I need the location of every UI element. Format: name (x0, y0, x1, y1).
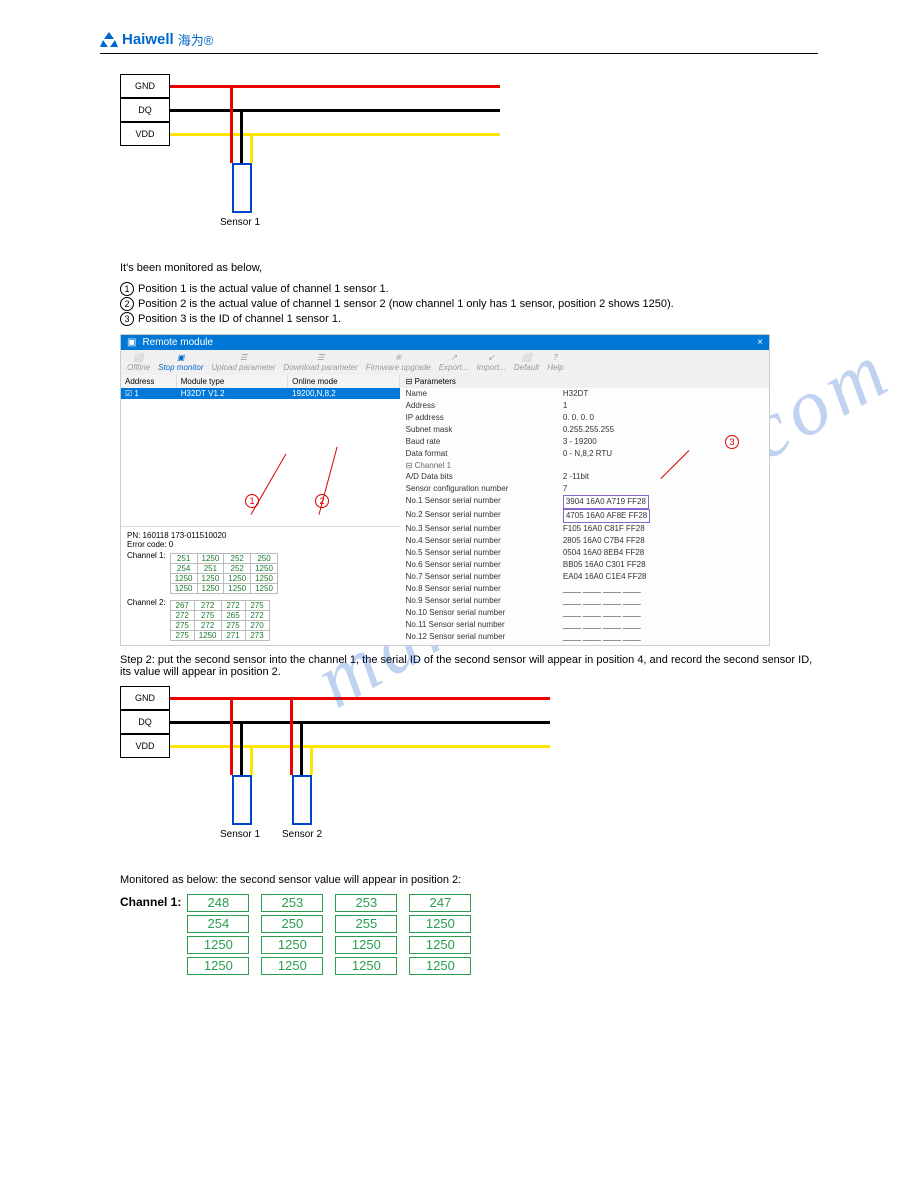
brand-text-cn: 海为® (178, 30, 214, 49)
import-icon[interactable]: ↙ (488, 353, 495, 362)
paragraph-2: Step 2: put the second sensor into the c… (120, 654, 818, 678)
export-icon[interactable]: ↗ (450, 353, 457, 362)
result-table-channel-1: Channel 1: 248253253247 2542502551250 12… (120, 894, 818, 975)
ch1-table: 2511250252250254251252125012501250125012… (170, 553, 278, 594)
port-gnd-2: GND (120, 686, 170, 710)
port-gnd: GND (120, 74, 170, 98)
list-item-1: 1Position 1 is the actual value of chann… (120, 282, 818, 296)
marker-3: 3 (725, 435, 739, 449)
port-vdd: VDD (120, 122, 170, 146)
wiring-diagram-2: GND DQ VDD Sensor 1 Sensor 2 (120, 686, 818, 866)
offline-icon[interactable]: ⬜ (134, 353, 144, 362)
stop-monitor-icon[interactable]: ▣ (177, 353, 185, 362)
marker-2: 2 (315, 494, 329, 508)
help-icon[interactable]: ? (553, 353, 557, 362)
logo-icon (100, 32, 118, 48)
ch2-table: 2672722722752722752652722752722752702751… (170, 600, 270, 641)
remote-module-window: ▣ Remote module × ⬜Offline ▣Stop monitor… (120, 334, 770, 646)
list-item-3: 3Position 3 is the ID of channel 1 senso… (120, 312, 818, 326)
sensor-1-label: Sensor 1 (220, 217, 260, 228)
paragraph-3: Monitored as below: the second sensor va… (120, 874, 818, 886)
default-icon[interactable]: ⬜ (522, 353, 532, 362)
paragraph-1: It's been monitored as below, (120, 262, 818, 274)
firmware-icon[interactable]: ※ (395, 353, 402, 362)
page-header: Haiwell 海为® (100, 30, 818, 54)
port-dq: DQ (120, 98, 170, 122)
window-icon: ▣ (127, 337, 136, 348)
port-vdd-2: VDD (120, 734, 170, 758)
close-icon[interactable]: × (757, 337, 763, 348)
window-title: Remote module (142, 337, 213, 348)
download-icon[interactable]: ☰ (317, 353, 324, 362)
upload-icon[interactable]: ☰ (240, 353, 247, 362)
brand-text: Haiwell (122, 31, 174, 48)
wiring-diagram-1: GND DQ VDD Sensor 1 (120, 74, 818, 254)
port-dq-2: DQ (120, 710, 170, 734)
list-item-2: 2Position 2 is the actual value of chann… (120, 297, 818, 311)
module-row[interactable]: ☑ 1 H32DT V1.2 19200,N,8,2 (121, 388, 400, 399)
marker-1: 1 (245, 494, 259, 508)
